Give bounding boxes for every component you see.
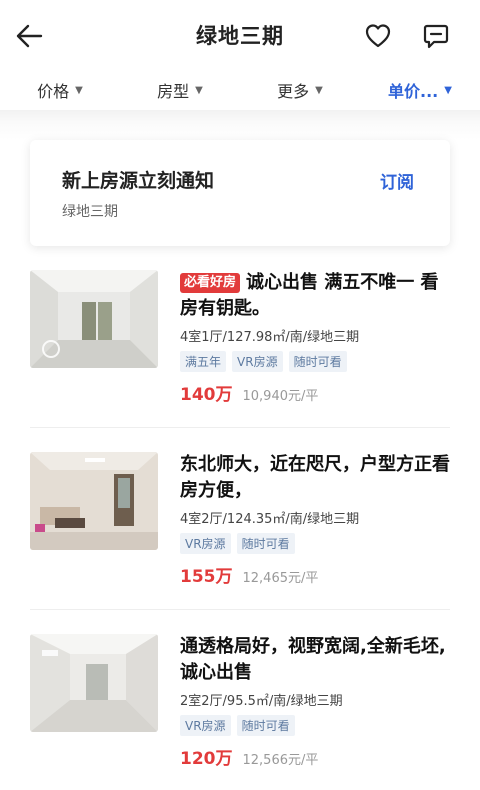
- tag: VR房源: [232, 351, 283, 372]
- subscribe-title: 新上房源立刻通知: [62, 170, 215, 192]
- listing-tags: VR房源 随时可看: [180, 533, 450, 554]
- listing-desc: 2室2厅/95.5㎡/南/绿地三期: [180, 694, 343, 709]
- filter-label: 价格: [37, 82, 70, 101]
- filter-room-type[interactable]: 房型 ▼: [120, 78, 240, 102]
- message-button[interactable]: [422, 22, 452, 52]
- listing-desc: 4室2厅/124.35㎡/南/绿地三期: [180, 512, 360, 527]
- listing-photo: [30, 270, 158, 368]
- subscribe-subtitle: 绿地三期: [62, 204, 118, 220]
- chevron-down-icon: ▼: [195, 84, 203, 96]
- listing-title: 通透格局好，视野宽阔,全新毛坯,诚心出售: [180, 636, 446, 683]
- tag: VR房源: [180, 533, 231, 554]
- filter-label: 单价...: [388, 82, 439, 101]
- filter-label: 房型: [157, 82, 190, 101]
- filter-label: 更多: [277, 82, 310, 101]
- chevron-down-icon: ▼: [75, 84, 83, 96]
- back-button[interactable]: [14, 22, 46, 50]
- arrow-left-icon: [16, 24, 43, 48]
- favorite-button[interactable]: [364, 22, 394, 52]
- app-header: 绿地三期: [0, 0, 480, 70]
- tag: VR房源: [180, 715, 231, 736]
- chevron-down-icon: ▼: [444, 84, 452, 96]
- hot-badge: 必看好房: [180, 273, 241, 293]
- listing-unit-price: 12,465元/平: [242, 571, 319, 586]
- listing-item[interactable]: 通透格局好，视野宽阔,全新毛坯,诚心出售 2室2厅/95.5㎡/南/绿地三期 V…: [30, 610, 450, 790]
- listing-title: 东北师大，近在咫尺，户型方正看房方便，: [180, 454, 450, 501]
- listing-price: 155万: [180, 567, 233, 587]
- message-icon: [423, 24, 449, 49]
- tag: 满五年: [180, 351, 227, 372]
- heart-icon: [365, 24, 391, 48]
- tag: 随时可看: [236, 533, 295, 554]
- listing-photo: [30, 452, 158, 550]
- listing-unit-price: 12,566元/平: [242, 753, 319, 768]
- listing-tags: VR房源 随时可看: [180, 715, 450, 736]
- vr-icon: [42, 340, 60, 358]
- listing-item[interactable]: 东北师大，近在咫尺，户型方正看房方便， 4室2厅/124.35㎡/南/绿地三期 …: [30, 428, 450, 610]
- listing-desc: 4室1厅/127.98㎡/南/绿地三期: [180, 330, 360, 345]
- listing-price: 120万: [180, 749, 233, 769]
- chevron-down-icon: ▼: [315, 84, 323, 96]
- tag: 随时可看: [236, 715, 295, 736]
- filter-more[interactable]: 更多 ▼: [240, 78, 360, 102]
- section-divider: [0, 110, 480, 140]
- subscribe-card: 新上房源立刻通知 绿地三期 订阅: [30, 140, 450, 246]
- filter-price[interactable]: 价格 ▼: [0, 78, 120, 102]
- listing-price: 140万: [180, 385, 233, 405]
- page-title: 绿地三期: [196, 24, 284, 48]
- listing-photo: [30, 634, 158, 732]
- subscribe-button[interactable]: 订阅: [380, 168, 414, 193]
- filter-bar: 价格 ▼ 房型 ▼ 更多 ▼ 单价... ▼: [0, 70, 480, 110]
- listing-tags: 满五年 VR房源 随时可看: [180, 351, 450, 372]
- filter-unit-price[interactable]: 单价... ▼: [360, 78, 480, 102]
- listing-item[interactable]: 必看好房 诚心出售 满五不唯一 看房有钥匙。 4室1厅/127.98㎡/南/绿地三…: [30, 246, 450, 428]
- tag: 随时可看: [288, 351, 347, 372]
- listing-title: 必看好房 诚心出售 满五不唯一 看房有钥匙。: [180, 270, 450, 322]
- listing-unit-price: 10,940元/平: [242, 389, 319, 404]
